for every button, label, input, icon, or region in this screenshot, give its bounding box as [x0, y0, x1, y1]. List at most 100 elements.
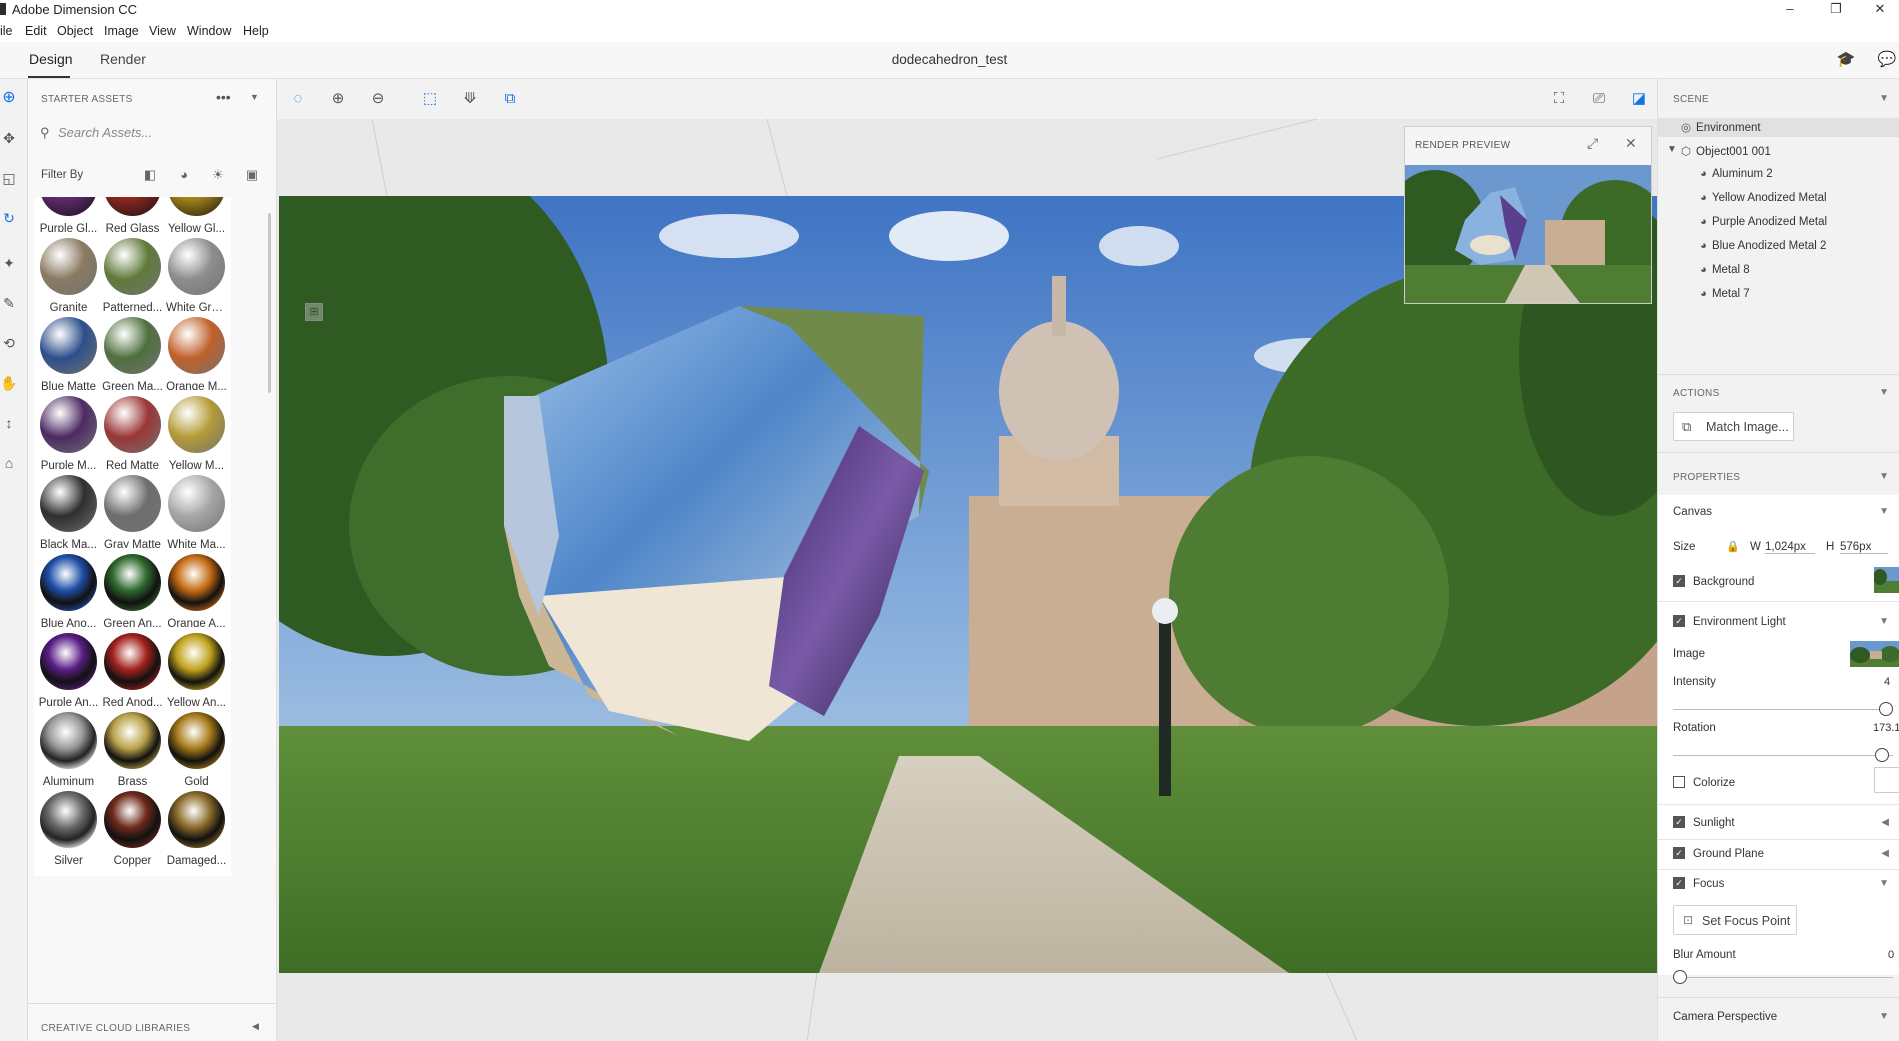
material-swatch[interactable]: Yellow M... — [162, 390, 231, 481]
search-input[interactable]: ⚲ Search Assets... — [40, 123, 265, 147]
menu-file[interactable]: ile — [0, 24, 13, 38]
material-swatch[interactable]: Purple M... — [34, 390, 103, 481]
intensity-slider[interactable] — [1673, 701, 1893, 717]
render-preview-toggle-icon[interactable]: ◪ — [1629, 89, 1649, 109]
scene-render[interactable] — [279, 196, 1657, 973]
material-swatch[interactable]: Copper — [98, 785, 167, 876]
menu-view[interactable]: View — [149, 24, 176, 38]
environment-image-thumbnail[interactable] — [1850, 641, 1899, 667]
frame-selection-icon[interactable]: ⬚ — [420, 89, 440, 109]
chevron-down-icon[interactable]: ▼ — [250, 92, 259, 102]
rotation-slider[interactable] — [1673, 747, 1893, 763]
material-swatch[interactable]: White Ma... — [162, 469, 231, 560]
material-swatch[interactable]: Yellow An... — [162, 627, 231, 718]
pan-camera-icon[interactable]: ✋ — [0, 373, 18, 393]
restore-icon[interactable]: ❐ — [1813, 0, 1859, 19]
scene-item[interactable]: ◕ Purple Anodized Metal — [1700, 216, 1827, 228]
filter-images-icon[interactable]: ▣ — [243, 167, 261, 185]
height-field[interactable]: 576px — [1840, 541, 1888, 554]
chevron-down-icon[interactable]: ▼ — [1879, 1011, 1889, 1022]
assets-scrollbar[interactable] — [268, 213, 271, 393]
scene-item[interactable]: ◕ Blue Anodized Metal 2 — [1700, 240, 1826, 252]
minimize-icon[interactable]: – — [1767, 0, 1813, 19]
material-swatch[interactable]: Orange A... — [162, 548, 231, 639]
dolly-camera-icon[interactable]: ↕ — [0, 413, 18, 433]
width-field[interactable]: 1,024px — [1765, 541, 1815, 554]
camera-bookmark-icon[interactable]: ⎚ — [1589, 89, 1609, 109]
close-icon[interactable]: ✕ — [1857, 0, 1899, 19]
colorize-swatch[interactable] — [1874, 767, 1899, 793]
tab-design[interactable]: Design — [29, 51, 73, 67]
camera-target-icon[interactable]: ⊞ — [305, 303, 323, 321]
background-thumbnail[interactable] — [1874, 567, 1899, 593]
material-swatch[interactable]: Damaged... — [162, 785, 231, 876]
material-swatch[interactable]: Blue Matte — [34, 311, 103, 402]
material-swatch[interactable]: Gray Matte — [98, 469, 167, 560]
tab-render[interactable]: Render — [100, 51, 146, 67]
material-swatch[interactable]: Purple An... — [34, 627, 103, 718]
material-swatch[interactable]: Black Ma... — [34, 469, 103, 560]
menu-object[interactable]: Object — [57, 24, 93, 38]
horizon-tool-icon[interactable]: ⌂ — [0, 453, 18, 473]
menu-help[interactable]: Help — [243, 24, 269, 38]
focus-checkbox[interactable]: ✓ — [1673, 877, 1685, 889]
material-swatch[interactable]: Patterned... — [98, 232, 167, 323]
background-checkbox[interactable]: ✓ — [1673, 575, 1685, 587]
lock-icon[interactable]: 🔒 — [1726, 540, 1740, 553]
chevron-left-icon[interactable]: ◀ — [252, 1021, 259, 1032]
set-focus-point-button[interactable]: ⊡ Set Focus Point — [1673, 905, 1797, 935]
select-subtract-icon[interactable]: ⊖ — [368, 89, 388, 109]
material-swatch[interactable]: Gold — [162, 706, 231, 797]
menu-edit[interactable]: Edit — [25, 24, 47, 38]
feedback-icon[interactable]: 💬 — [1877, 50, 1897, 70]
material-swatch[interactable]: Blue Ano... — [34, 548, 103, 639]
chevron-down-icon[interactable]: ▼ — [1879, 93, 1889, 104]
menu-image[interactable]: Image — [104, 24, 139, 38]
slider-knob[interactable] — [1875, 748, 1889, 762]
menu-window[interactable]: Window — [187, 24, 231, 38]
material-swatch[interactable]: Red Anod... — [98, 627, 167, 718]
scene-item[interactable]: ◕ Aluminum 2 — [1700, 168, 1773, 180]
scene-item[interactable]: ◎ Environment — [1681, 120, 1761, 134]
slider-knob[interactable] — [1673, 970, 1687, 984]
chevron-left-icon[interactable]: ◀ — [1881, 848, 1889, 859]
scene-item[interactable]: ▼ ⬡ Object001 001 — [1667, 144, 1771, 158]
colorize-checkbox[interactable] — [1673, 776, 1685, 788]
material-swatch[interactable]: Aluminum — [34, 706, 103, 797]
chevron-down-icon[interactable]: ▼ — [1879, 387, 1889, 398]
chevron-down-icon[interactable]: ▼ — [1879, 616, 1889, 627]
align-icon[interactable]: ⧉ — [500, 89, 520, 109]
material-swatch[interactable]: White Gra... — [162, 232, 231, 323]
more-options-icon[interactable]: ••• — [216, 89, 231, 105]
chevron-left-icon[interactable]: ◀ — [1881, 817, 1889, 828]
filter-materials-icon[interactable]: ◕ — [175, 167, 193, 185]
eyedropper-icon[interactable]: ✎ — [0, 293, 18, 313]
filter-models-icon[interactable]: ◧ — [141, 167, 159, 185]
close-icon[interactable]: ✕ — [1625, 135, 1637, 152]
magic-wand-icon[interactable]: ✦ — [0, 253, 18, 273]
scale-tool-icon[interactable]: ◱ — [0, 168, 18, 188]
material-swatch[interactable]: Red Matte — [98, 390, 167, 481]
slider-knob[interactable] — [1879, 702, 1893, 716]
rotate-tool-icon[interactable]: ↻ — [0, 208, 18, 228]
orbit-camera-icon[interactable]: ⟲ — [0, 333, 18, 353]
select-add-icon[interactable]: ⊕ — [328, 89, 348, 109]
material-swatch[interactable]: Orange M... — [162, 311, 231, 402]
move-tool-icon[interactable]: ✥ — [0, 128, 18, 148]
chevron-down-icon[interactable]: ▼ — [1879, 506, 1889, 517]
scene-item[interactable]: ◕ Yellow Anodized Metal — [1700, 192, 1827, 204]
expand-icon[interactable]: ⤢ — [1587, 135, 1598, 152]
filter-lights-icon[interactable]: ☀ — [209, 167, 227, 185]
material-swatch[interactable]: Green Ma... — [98, 311, 167, 402]
match-image-button[interactable]: ⧉ Match Image... — [1673, 412, 1794, 441]
expand-chevron-icon[interactable]: ▼ — [1667, 144, 1677, 155]
blur-amount-slider[interactable] — [1673, 969, 1893, 985]
material-swatch[interactable]: Granite — [34, 232, 103, 323]
learn-icon[interactable]: 🎓 — [1836, 50, 1856, 70]
chevron-down-icon[interactable]: ▼ — [1879, 878, 1889, 889]
select-tool-icon[interactable]: ◌ — [288, 89, 308, 109]
scene-item[interactable]: ◕ Metal 8 — [1700, 264, 1750, 276]
scene-item[interactable]: ◕ Metal 7 — [1700, 288, 1750, 300]
material-swatch[interactable]: Silver — [34, 785, 103, 876]
chevron-down-icon[interactable]: ▼ — [1879, 471, 1889, 482]
